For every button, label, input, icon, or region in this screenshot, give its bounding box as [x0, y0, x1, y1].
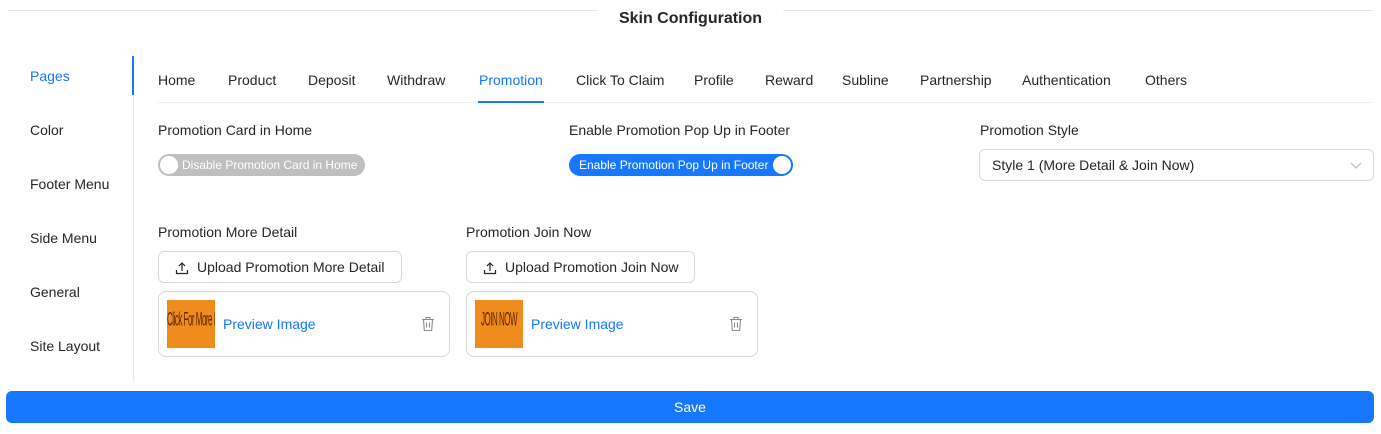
tab-promotion[interactable]: Promotion	[479, 72, 543, 88]
upload-more-detail-label: Upload Promotion More Detail	[197, 259, 385, 275]
tab-withdraw[interactable]: Withdraw	[387, 72, 445, 88]
chevron-down-icon	[1350, 162, 1362, 169]
join-now-label: Promotion Join Now	[466, 224, 592, 240]
switch-text: Disable Promotion Card in Home	[182, 158, 358, 172]
tab-reward[interactable]: Reward	[765, 72, 813, 88]
tab-click-to-claim[interactable]: Click To Claim	[576, 72, 664, 88]
sidebar-item-general[interactable]: General	[30, 282, 80, 302]
promo-popup-footer-switch[interactable]: Enable Promotion Pop Up in Footer	[569, 154, 793, 176]
tab-authentication[interactable]: Authentication	[1022, 72, 1111, 88]
promo-popup-footer-label: Enable Promotion Pop Up in Footer	[569, 122, 791, 138]
title-bar: Skin Configuration	[8, 0, 1373, 40]
promo-card-home-label: Promotion Card in Home	[158, 122, 313, 138]
more-detail-label: Promotion More Detail	[158, 224, 298, 240]
promo-card-home-switch[interactable]: Disable Promotion Card in Home	[158, 154, 365, 176]
sidebar-active-indicator	[132, 56, 134, 95]
more-detail-preview-link[interactable]: Preview Image	[223, 316, 316, 332]
tab-profile[interactable]: Profile	[694, 72, 734, 88]
sidebar-item-site-layout[interactable]: Site Layout	[30, 336, 100, 356]
upload-join-now-label: Upload Promotion Join Now	[505, 259, 679, 275]
switch-knob	[160, 156, 178, 174]
tab-product[interactable]: Product	[228, 72, 276, 88]
more-detail-thumbnail: Click For More Info	[167, 300, 215, 348]
switch-knob	[773, 156, 791, 174]
upload-more-detail-button[interactable]: Upload Promotion More Detail	[158, 251, 402, 283]
tab-bar: Home Product Deposit Withdraw Promotion …	[158, 64, 1372, 103]
promo-style-select[interactable]: Style 1 (More Detail & Join Now)	[979, 149, 1374, 181]
tab-home[interactable]: Home	[158, 72, 195, 88]
sidebar-item-footer-menu[interactable]: Footer Menu	[30, 174, 109, 194]
delete-icon[interactable]	[421, 316, 435, 332]
promo-style-value: Style 1 (More Detail & Join Now)	[992, 157, 1195, 173]
thumbnail-text: Click For More Info	[167, 308, 215, 331]
delete-icon[interactable]	[729, 316, 743, 332]
save-button[interactable]: Save	[6, 391, 1374, 423]
tab-others[interactable]: Others	[1145, 72, 1187, 88]
join-now-file-card: JOIN NOW Preview Image	[466, 291, 758, 357]
save-button-label: Save	[674, 399, 706, 415]
sidebar-nav: Pages Color Footer Menu Side Menu Genera…	[0, 56, 134, 381]
switch-text: Enable Promotion Pop Up in Footer	[579, 158, 769, 172]
sidebar-item-pages[interactable]: Pages	[30, 66, 70, 86]
promo-style-label: Promotion Style	[980, 122, 1079, 138]
upload-join-now-button[interactable]: Upload Promotion Join Now	[466, 251, 695, 283]
sidebar-item-color[interactable]: Color	[30, 120, 63, 140]
upload-icon	[175, 262, 189, 275]
tab-active-indicator	[478, 101, 544, 103]
thumbnail-text: JOIN NOW	[481, 308, 518, 331]
upload-icon	[483, 262, 497, 275]
join-now-preview-link[interactable]: Preview Image	[531, 316, 624, 332]
tab-deposit[interactable]: Deposit	[308, 72, 355, 88]
more-detail-file-card: Click For More Info Preview Image	[158, 291, 450, 357]
join-now-thumbnail: JOIN NOW	[475, 300, 523, 348]
tab-partnership[interactable]: Partnership	[920, 72, 992, 88]
tab-subline[interactable]: Subline	[842, 72, 889, 88]
page-title: Skin Configuration	[618, 10, 763, 27]
sidebar-item-side-menu[interactable]: Side Menu	[30, 228, 97, 248]
